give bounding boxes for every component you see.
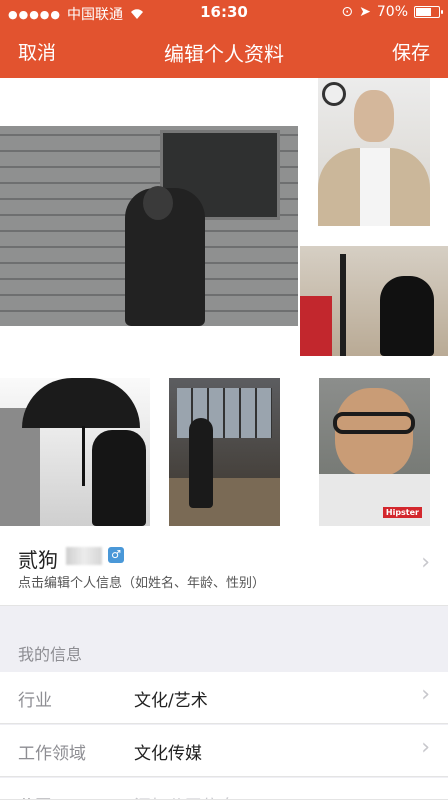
battery-percent: 70% bbox=[376, 4, 408, 20]
industry-row[interactable]: 行业 文化/艺术 › bbox=[0, 672, 448, 724]
photo-3[interactable] bbox=[300, 246, 448, 356]
battery-icon bbox=[414, 6, 443, 18]
photo-4-umbrella-pole bbox=[82, 426, 85, 486]
status-bar: ●●●●● 中国联通 16:30 ⊙ ➤ 70% bbox=[0, 0, 448, 26]
photo-5-floor bbox=[169, 478, 280, 526]
photo-grid: Hipster bbox=[0, 78, 448, 528]
photo-1[interactable] bbox=[0, 126, 298, 326]
name-blur bbox=[66, 547, 102, 565]
photo-6-glasses bbox=[333, 412, 415, 434]
photo-4[interactable] bbox=[0, 378, 150, 526]
row-value: 添加公司信息 bbox=[134, 792, 236, 799]
photo-5-person bbox=[189, 418, 213, 508]
photo-6[interactable]: Hipster bbox=[319, 378, 430, 526]
photo-2-clock bbox=[322, 82, 346, 106]
save-button[interactable]: 保存 bbox=[392, 38, 430, 65]
section-my-info: 我的信息 bbox=[18, 645, 83, 664]
photo-2[interactable] bbox=[318, 78, 430, 226]
row-label: 工作领域 bbox=[18, 744, 86, 764]
profile-hint: 点击编辑个人信息（如姓名、年龄、性别） bbox=[18, 576, 266, 591]
photo-3-person bbox=[380, 276, 434, 356]
row-value: 文化传媒 bbox=[134, 744, 202, 764]
battery-fill bbox=[416, 8, 432, 16]
photo-4-umbrella bbox=[22, 378, 140, 428]
photo-2-shirt bbox=[360, 148, 390, 226]
nav-bar: 取消 编辑个人资料 保存 bbox=[0, 30, 448, 72]
page-title: 编辑个人资料 bbox=[164, 42, 284, 66]
photo-5[interactable] bbox=[169, 378, 280, 526]
photo-6-badge: Hipster bbox=[382, 507, 422, 518]
profile-row[interactable]: 贰狗 ♂ 点击编辑个人信息（如姓名、年龄、性别） › bbox=[0, 528, 448, 606]
header-bar: ●●●●● 中国联通 16:30 ⊙ ➤ 70% 取消 编辑个人资料 保存 bbox=[0, 0, 448, 78]
row-label: 公司 bbox=[18, 792, 52, 799]
work-field-row[interactable]: 工作领域 文化传媒 › bbox=[0, 725, 448, 777]
chevron-right-icon: › bbox=[421, 682, 430, 707]
chevron-right-icon: › bbox=[421, 735, 430, 760]
profile-name: 贰狗 bbox=[18, 548, 58, 572]
row-value: 文化/艺术 bbox=[134, 691, 208, 711]
male-icon: ♂ bbox=[108, 547, 124, 563]
row-label: 行业 bbox=[18, 691, 52, 711]
chevron-right-icon: › bbox=[421, 550, 430, 575]
rotation-lock-icon: ⊙ bbox=[341, 4, 354, 20]
photo-2-face bbox=[354, 90, 394, 142]
company-row[interactable]: 公司 添加公司信息 bbox=[0, 778, 448, 800]
photo-3-bus bbox=[300, 296, 332, 356]
photo-1-head bbox=[143, 186, 173, 220]
photo-3-lamp bbox=[340, 254, 346, 356]
photo-6-shirt bbox=[319, 474, 430, 526]
location-icon: ➤ bbox=[359, 4, 371, 20]
photo-4-person bbox=[92, 430, 146, 526]
